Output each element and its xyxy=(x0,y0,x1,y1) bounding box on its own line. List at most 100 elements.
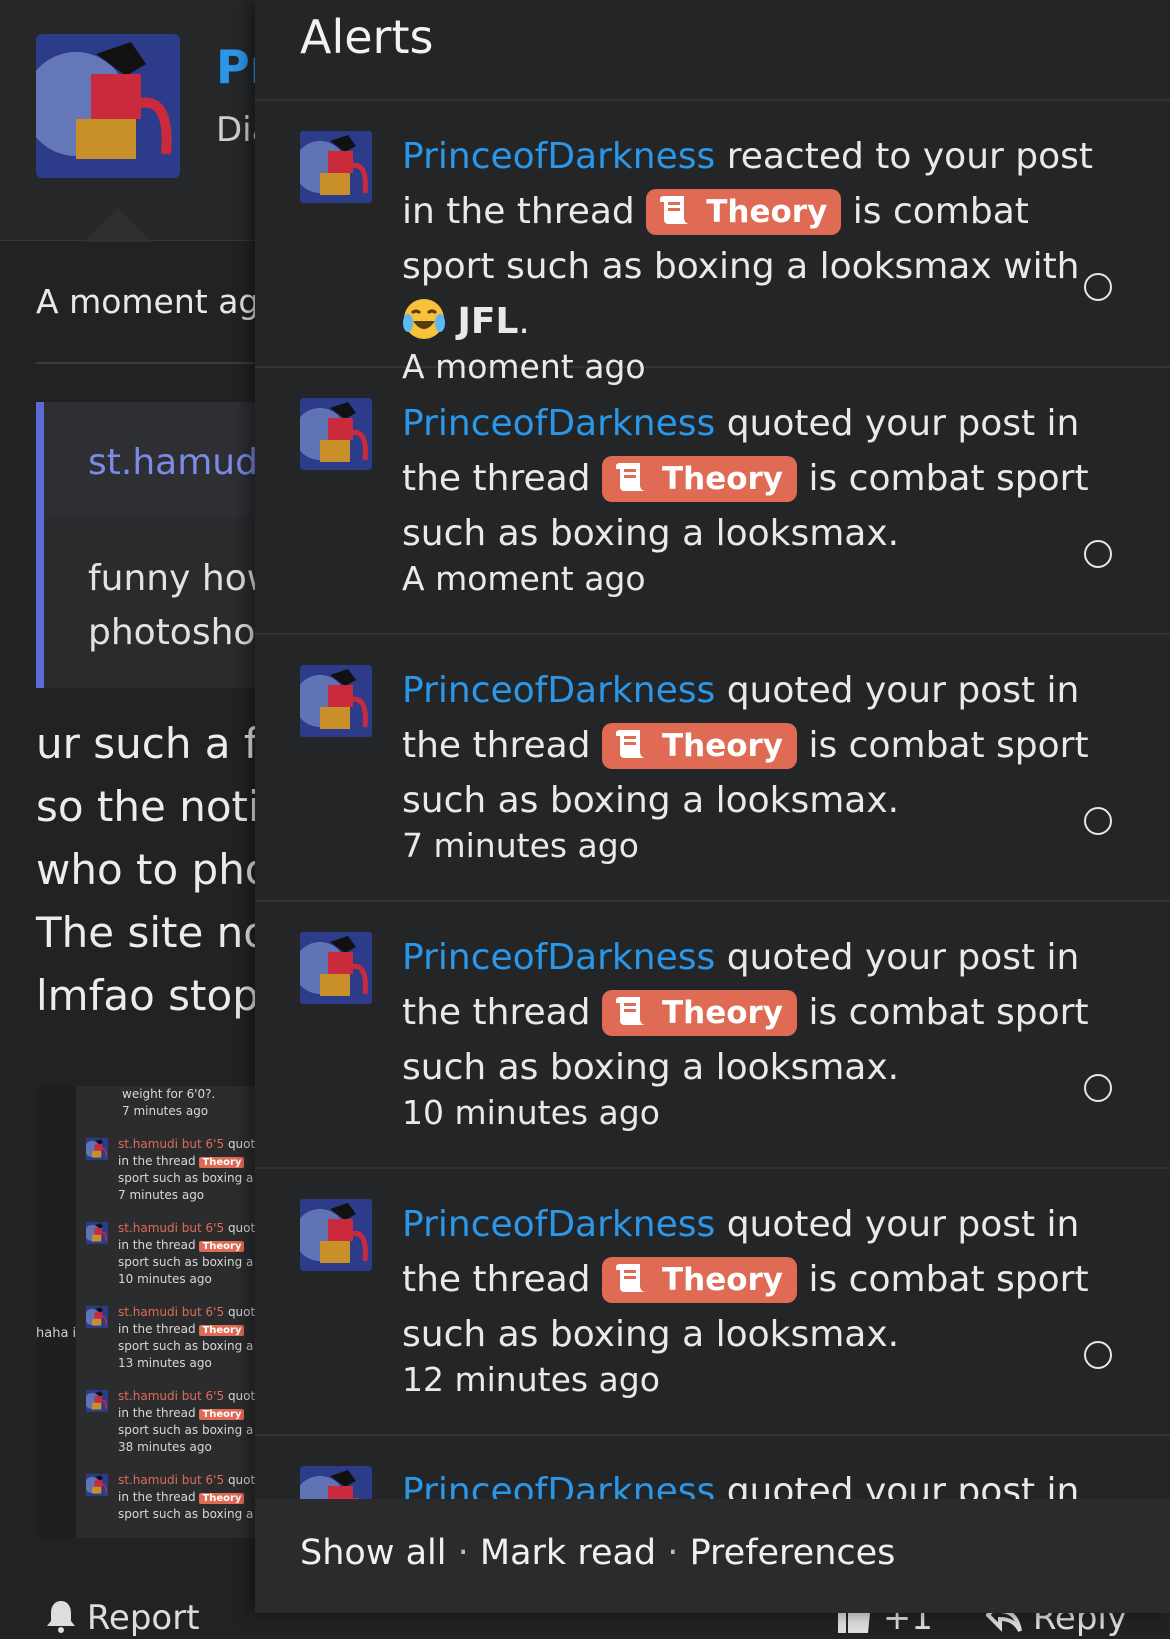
alert-username[interactable]: PrinceofDarkness xyxy=(402,403,715,444)
mini-text: sport such as boxing a l xyxy=(118,1255,261,1269)
mini-text: in the thread xyxy=(118,1322,196,1336)
mini-time: 38 minutes ago xyxy=(118,1440,212,1454)
embedded-screenshot[interactable]: weight for 6'0?. 7 minutes ago st.hamudi… xyxy=(36,1086,276,1538)
mini-line: sport such as boxing a l xyxy=(118,1254,261,1271)
alert-item[interactable]: PrinceofDarkness quoted your post in the… xyxy=(255,902,1170,1169)
alert-username[interactable]: PrinceofDarkness xyxy=(402,670,715,711)
mini-line: in the thread Theory xyxy=(118,1405,245,1423)
scroll-icon xyxy=(660,196,690,224)
laughing-crying-emoji-icon xyxy=(403,299,445,339)
screenshot-text: weight for 6'0?. xyxy=(122,1087,216,1101)
mini-username: st.hamudi but 6'5 xyxy=(118,1473,225,1487)
alert-username[interactable]: PrinceofDarkness xyxy=(402,937,715,978)
alert-text: PrinceofDarkness reacted to your post in… xyxy=(402,129,1112,389)
mark-read-circle-icon[interactable] xyxy=(1084,273,1112,301)
alert-text-suffix: with xyxy=(1003,246,1080,287)
mini-text: sport such as boxing a l xyxy=(118,1339,261,1353)
mini-username: st.hamudi but 6'5 xyxy=(118,1137,225,1151)
mini-line: sport such as boxing a l xyxy=(118,1422,261,1439)
mark-read-circle-icon[interactable] xyxy=(1084,1341,1112,1369)
thread-prefix-badge[interactable]: Theory xyxy=(601,1257,798,1303)
alert-item[interactable]: PrinceofDarkness quoted your post in the… xyxy=(255,368,1170,635)
alert-time: 10 minutes ago xyxy=(402,1093,660,1132)
mini-text: in the thread xyxy=(118,1154,196,1168)
separator: · xyxy=(667,1533,679,1573)
mini-time: 7 minutes ago xyxy=(118,1188,205,1202)
scroll-icon xyxy=(615,463,645,491)
avatar[interactable] xyxy=(36,34,180,178)
alert-text: PrinceofDarkness quoted your post in xyxy=(402,1464,1112,1499)
alerts-title: Alerts xyxy=(300,10,434,64)
scroll-icon xyxy=(615,1264,645,1292)
alerts-panel: Alerts PrinceofDarkness reacted to your … xyxy=(255,0,1170,1613)
thread-prefix-badge[interactable]: Theory xyxy=(601,456,798,502)
alert-list[interactable]: PrinceofDarkness reacted to your post in… xyxy=(255,101,1170,1499)
mini-time: 13 minutes ago xyxy=(118,1356,212,1370)
avatar[interactable] xyxy=(300,1466,372,1499)
quote-block: st.hamudi funny how photoshop xyxy=(36,402,284,688)
mini-line: st.hamudi but 6'5 quote xyxy=(118,1304,263,1321)
mini-line: in the thread Theory xyxy=(118,1489,245,1507)
scroll-icon xyxy=(615,997,645,1025)
avatar[interactable] xyxy=(300,1199,372,1271)
thread-prefix-badge[interactable]: Theory xyxy=(646,189,842,235)
alert-username[interactable]: PrinceofDarkness xyxy=(402,1471,715,1499)
mini-line: st.hamudi but 6'5 quote xyxy=(118,1472,263,1489)
divider xyxy=(36,362,276,364)
mini-line: in the thread Theory xyxy=(118,1321,245,1339)
report-button[interactable]: Report xyxy=(46,1598,200,1638)
mini-line: st.hamudi but 6'5 quote xyxy=(118,1388,263,1405)
mini-line: st.hamudi but 6'5 quote xyxy=(118,1136,263,1153)
mini-line: 10 minutes ago xyxy=(118,1271,212,1288)
quote-author[interactable]: st.hamudi xyxy=(88,442,268,483)
avatar xyxy=(84,1138,108,1160)
mini-text: in the thread xyxy=(118,1490,196,1504)
mark-read-circle-icon[interactable] xyxy=(1084,540,1112,568)
avatar xyxy=(84,1222,108,1244)
mini-username: st.hamudi but 6'5 xyxy=(118,1221,225,1235)
show-all-link[interactable]: Show all xyxy=(300,1533,446,1573)
post-time[interactable]: A moment ago xyxy=(36,282,280,321)
mini-line: 13 minutes ago xyxy=(118,1355,212,1372)
mini-username: st.hamudi but 6'5 xyxy=(118,1305,225,1319)
thread-prefix-label: Theory xyxy=(706,194,828,230)
mini-prefix: Theory xyxy=(199,1241,245,1252)
alert-username[interactable]: PrinceofDarkness xyxy=(402,136,715,177)
mini-username: st.hamudi but 6'5 xyxy=(118,1389,225,1403)
alert-item[interactable]: PrinceofDarkness quoted your post in the… xyxy=(255,635,1170,902)
report-label: Report xyxy=(86,1598,200,1638)
mini-prefix: Theory xyxy=(199,1493,245,1504)
mini-line: sport such as boxing a l xyxy=(118,1170,261,1187)
avatar xyxy=(84,1390,108,1412)
thread-prefix-badge[interactable]: Theory xyxy=(601,990,798,1036)
screenshot-time: 7 minutes ago xyxy=(122,1104,209,1118)
mini-text: sport such as boxing a l xyxy=(118,1507,261,1521)
mini-prefix: Theory xyxy=(199,1325,245,1336)
preferences-link[interactable]: Preferences xyxy=(690,1533,896,1573)
callout-caret xyxy=(84,208,152,242)
alert-item[interactable]: PrinceofDarkness quoted your post in xyxy=(255,1436,1170,1499)
avatar[interactable] xyxy=(300,665,372,737)
avatar xyxy=(84,1474,108,1496)
mini-line: sport such as boxing a l xyxy=(118,1338,261,1355)
thread-prefix-label: Theory xyxy=(661,1262,784,1298)
avatar[interactable] xyxy=(300,398,372,470)
alert-time: 7 minutes ago xyxy=(402,826,639,865)
alert-time: 12 minutes ago xyxy=(402,1360,660,1399)
avatar[interactable] xyxy=(300,932,372,1004)
alert-action: quoted your post in xyxy=(726,1471,1080,1499)
mini-text: sport such as boxing a l xyxy=(118,1171,261,1185)
mini-text: in the thread xyxy=(118,1406,196,1420)
alert-item[interactable]: PrinceofDarkness quoted your post in the… xyxy=(255,1169,1170,1436)
alert-item[interactable]: PrinceofDarkness reacted to your post in… xyxy=(255,101,1170,386)
mini-prefix: Theory xyxy=(199,1157,245,1168)
mark-read-circle-icon[interactable] xyxy=(1084,1074,1112,1102)
avatar[interactable] xyxy=(300,131,372,203)
mark-read-link[interactable]: Mark read xyxy=(480,1533,656,1573)
mini-time: 10 minutes ago xyxy=(118,1272,212,1286)
mark-read-circle-icon[interactable] xyxy=(1084,807,1112,835)
alert-username[interactable]: PrinceofDarkness xyxy=(402,1204,715,1245)
alert-text: PrinceofDarkness quoted your post in the… xyxy=(402,396,1112,601)
mini-text: sport such as boxing a l xyxy=(118,1423,261,1437)
thread-prefix-badge[interactable]: Theory xyxy=(601,723,798,769)
